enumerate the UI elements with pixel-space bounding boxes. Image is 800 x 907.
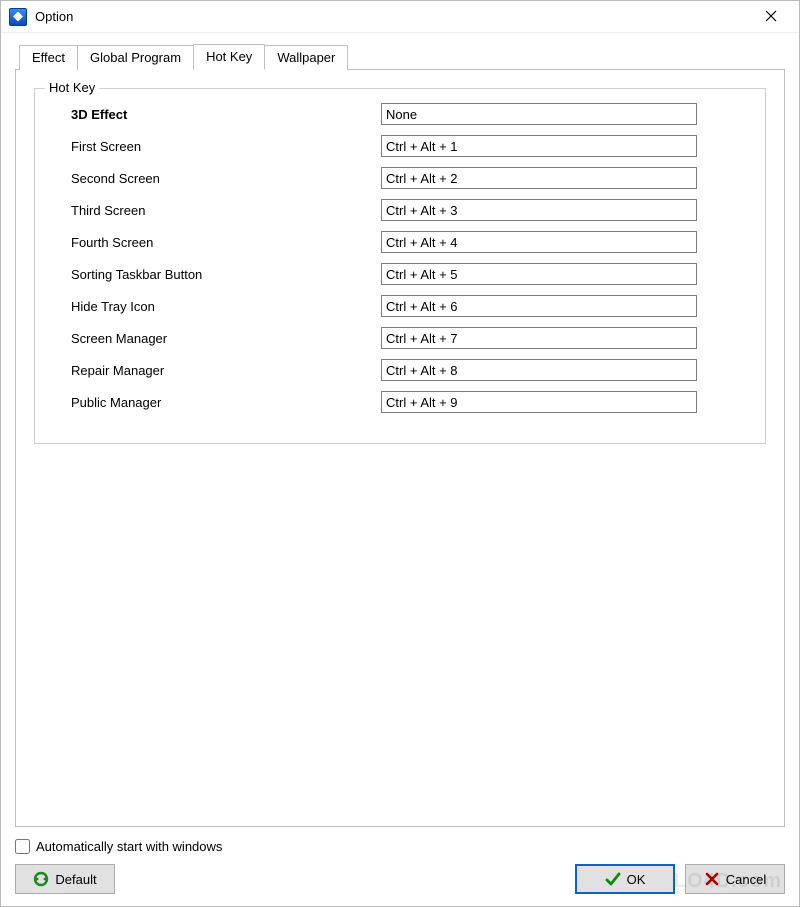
tab-strip: Effect Global Program Hot Key Wallpaper — [19, 43, 785, 69]
hotkey-row: Second Screen — [51, 167, 749, 189]
tab-wallpaper[interactable]: Wallpaper — [264, 45, 348, 70]
close-button[interactable] — [751, 3, 791, 31]
hotkey-row: Sorting Taskbar Button — [51, 263, 749, 285]
hotkey-label: Screen Manager — [51, 331, 381, 346]
ok-button-label: OK — [627, 872, 646, 887]
autostart-checkbox[interactable] — [15, 839, 30, 854]
hotkey-input[interactable] — [381, 231, 697, 253]
hotkey-label: Fourth Screen — [51, 235, 381, 250]
hotkey-input[interactable] — [381, 359, 697, 381]
hotkey-input[interactable] — [381, 167, 697, 189]
hotkey-label: Public Manager — [51, 395, 381, 410]
button-row: Default OK — [15, 864, 785, 894]
hotkey-label: First Screen — [51, 139, 381, 154]
tab-global-program[interactable]: Global Program — [77, 45, 194, 70]
hotkey-row: First Screen — [51, 135, 749, 157]
hotkey-label: Second Screen — [51, 171, 381, 186]
hotkey-row: Screen Manager — [51, 327, 749, 349]
refresh-icon — [33, 871, 49, 887]
autostart-row[interactable]: Automatically start with windows — [15, 839, 785, 854]
x-icon — [704, 871, 720, 887]
hotkey-input[interactable] — [381, 103, 697, 125]
hot-key-groupbox: Hot Key 3D EffectFirst ScreenSecond Scre… — [34, 88, 766, 444]
cancel-button[interactable]: Cancel — [685, 864, 785, 894]
titlebar: Option — [1, 1, 799, 33]
hotkey-row: Hide Tray Icon — [51, 295, 749, 317]
hotkey-input[interactable] — [381, 199, 697, 221]
default-button-label: Default — [55, 872, 96, 887]
hotkey-label: Sorting Taskbar Button — [51, 267, 381, 282]
hotkey-input[interactable] — [381, 135, 697, 157]
cancel-button-label: Cancel — [726, 872, 766, 887]
app-icon — [9, 8, 27, 26]
hotkey-label: Third Screen — [51, 203, 381, 218]
option-window: Option Effect Global Program Hot Key Wal… — [0, 0, 800, 907]
hotkey-label: Repair Manager — [51, 363, 381, 378]
hotkey-input[interactable] — [381, 391, 697, 413]
hotkey-label: Hide Tray Icon — [51, 299, 381, 314]
autostart-label: Automatically start with windows — [36, 839, 222, 854]
tab-panel-hot-key: Hot Key 3D Effect First Screen Second Scre… — [15, 69, 785, 827]
check-icon — [605, 871, 621, 887]
tab-hot-key[interactable]: Hot Key — [193, 44, 265, 70]
hotkey-input[interactable] — [381, 327, 697, 349]
hotkey-row: 3D Effect — [51, 103, 749, 125]
hotkey-input[interactable] — [381, 263, 697, 285]
tab-effect[interactable]: Effect — [19, 45, 78, 70]
window-title: Option — [35, 9, 751, 24]
close-icon — [765, 9, 777, 25]
default-button[interactable]: Default — [15, 864, 115, 894]
groupbox-legend: Hot Key — [45, 80, 99, 95]
hotkey-row: Third Screen — [51, 199, 749, 221]
content-area: Effect Global Program Hot Key Wallpaper … — [1, 33, 799, 906]
hotkey-row: Repair Manager — [51, 359, 749, 381]
hotkey-input[interactable] — [381, 295, 697, 317]
hotkey-row: Public Manager — [51, 391, 749, 413]
hotkey-label: 3D Effect — [51, 107, 381, 122]
bottom-area: Automatically start with windows Default — [15, 827, 785, 894]
hotkey-row: Fourth Screen — [51, 231, 749, 253]
ok-button[interactable]: OK — [575, 864, 675, 894]
